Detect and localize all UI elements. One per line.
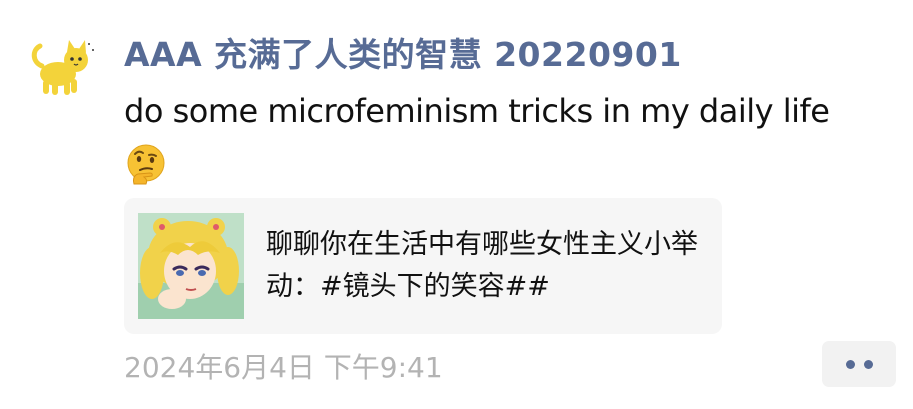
dot-icon <box>845 359 855 369</box>
more-button[interactable] <box>822 341 896 387</box>
dot-icon <box>863 359 873 369</box>
anime-girl-thumbnail-icon <box>138 213 244 319</box>
link-thumbnail <box>138 213 244 319</box>
link-card[interactable]: 聊聊你在生活中有哪些女性主义小举动：#镜头下的笑容## <box>124 198 722 334</box>
avatar[interactable] <box>28 36 96 98</box>
post-text: do some microfeminism tricks in my daily… <box>124 92 830 130</box>
thinking-face-icon <box>124 142 168 186</box>
cat-avatar-icon <box>31 40 94 95</box>
timestamp: 2024年6月4日 下午9:41 <box>124 351 443 384</box>
author-name[interactable]: AAA 充满了人类的智慧 20220901 <box>124 28 682 76</box>
link-title: 聊聊你在生活中有哪些女性主义小举动：#镜头下的笑容## <box>266 229 698 302</box>
